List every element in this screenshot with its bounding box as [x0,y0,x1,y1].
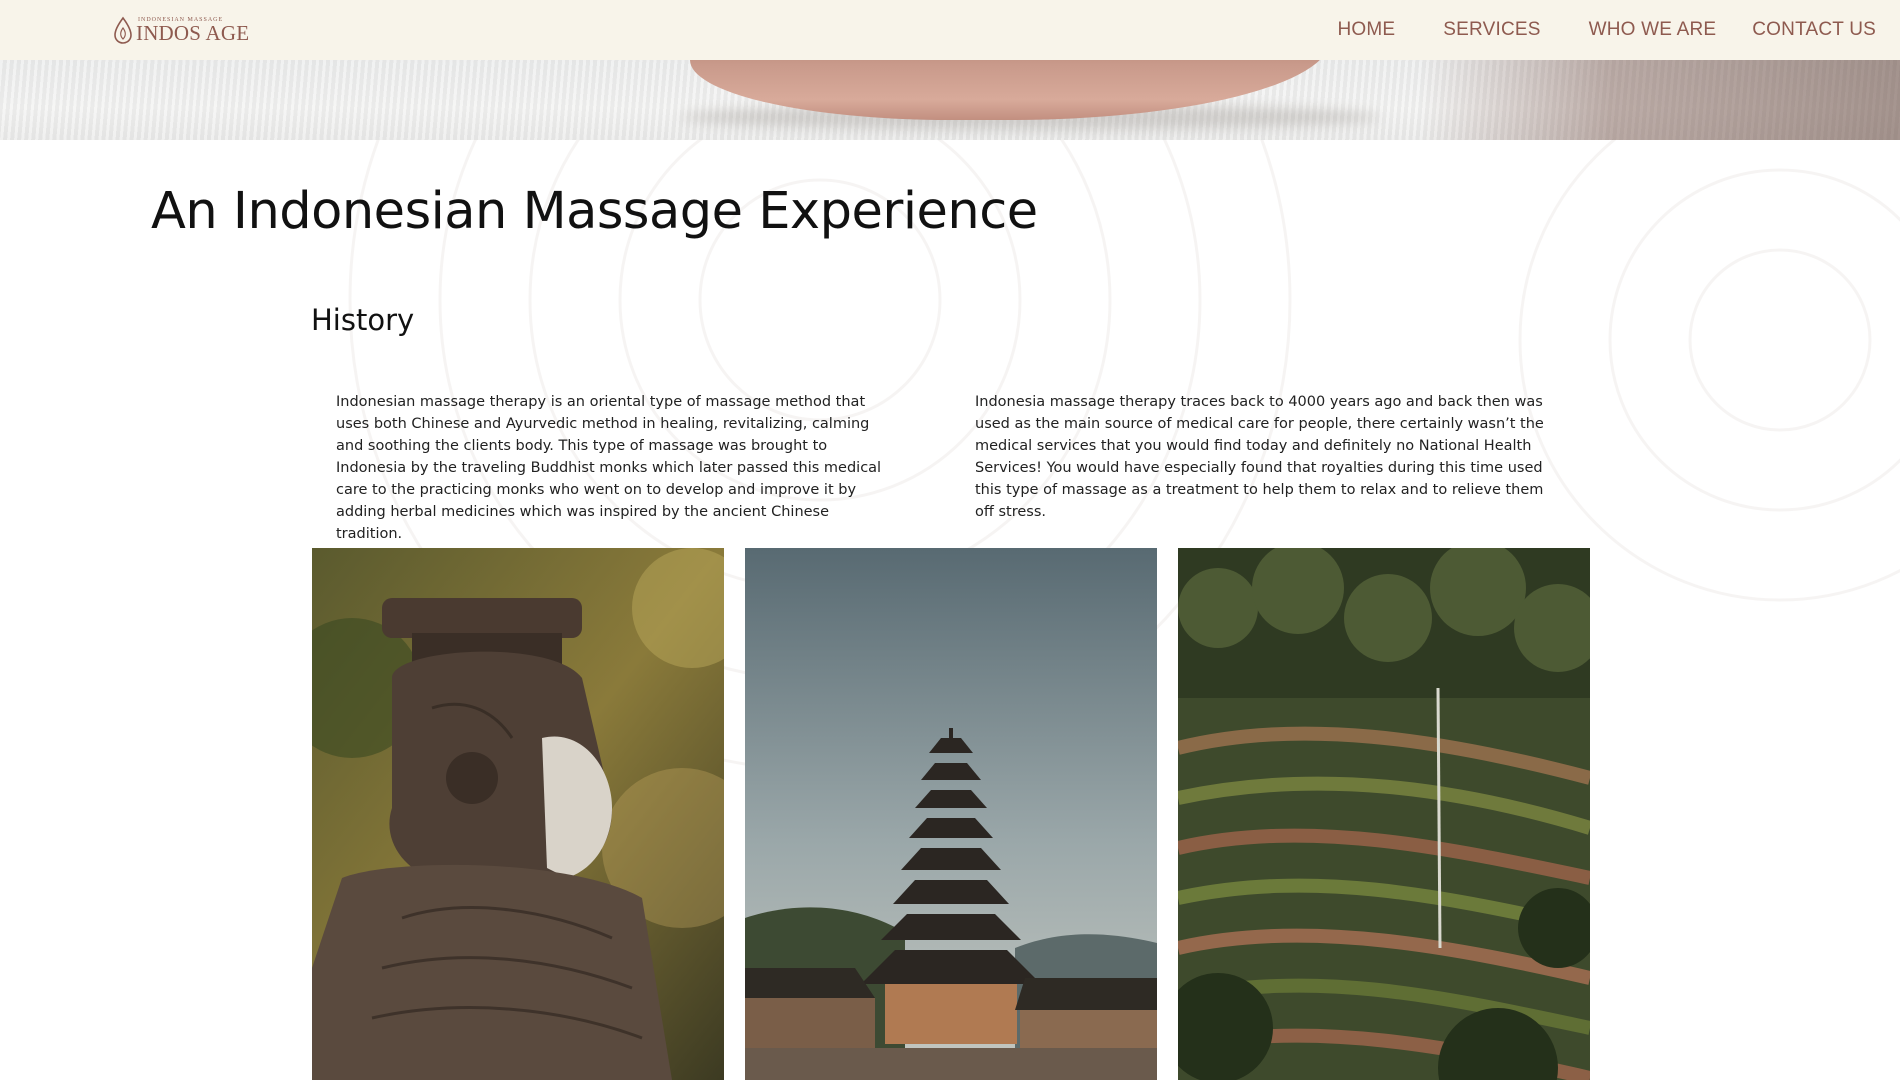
main-navigation: HOME SERVICES WHO WE ARE CONTACT US [1337,0,1876,60]
history-paragraph-left: Indonesian massage therapy is an orienta… [336,394,882,542]
rice-terraces-image [1178,548,1590,1080]
nav-link-services[interactable]: SERVICES [1443,19,1540,41]
nav-link-contact-us[interactable]: CONTACT US [1752,19,1876,41]
gallery-photo-temple [745,548,1157,1080]
stone-statue-image [312,548,724,1080]
lotus-drop-icon [114,16,132,44]
bali-temple-image [745,548,1157,1080]
nav-link-home[interactable]: HOME [1337,19,1395,41]
gallery-photo-rice-terraces [1178,548,1590,1080]
section-heading-history: History [311,303,415,337]
logo-wordmark: INDOS AGE [136,20,250,45]
top-navbar: INDONESIAN MASSAGE INDOS AGE HOME SERVIC… [0,0,1900,60]
gallery-photo-statue [312,548,724,1080]
hero-banner-image [0,60,1900,140]
brand-logo[interactable]: INDONESIAN MASSAGE INDOS AGE [112,14,249,46]
page-title: An Indonesian Massage Experience [151,182,1038,241]
history-paragraph-right: Indonesia massage therapy traces back to… [975,394,1544,520]
nav-link-who-we-are[interactable]: WHO WE ARE [1589,19,1717,41]
